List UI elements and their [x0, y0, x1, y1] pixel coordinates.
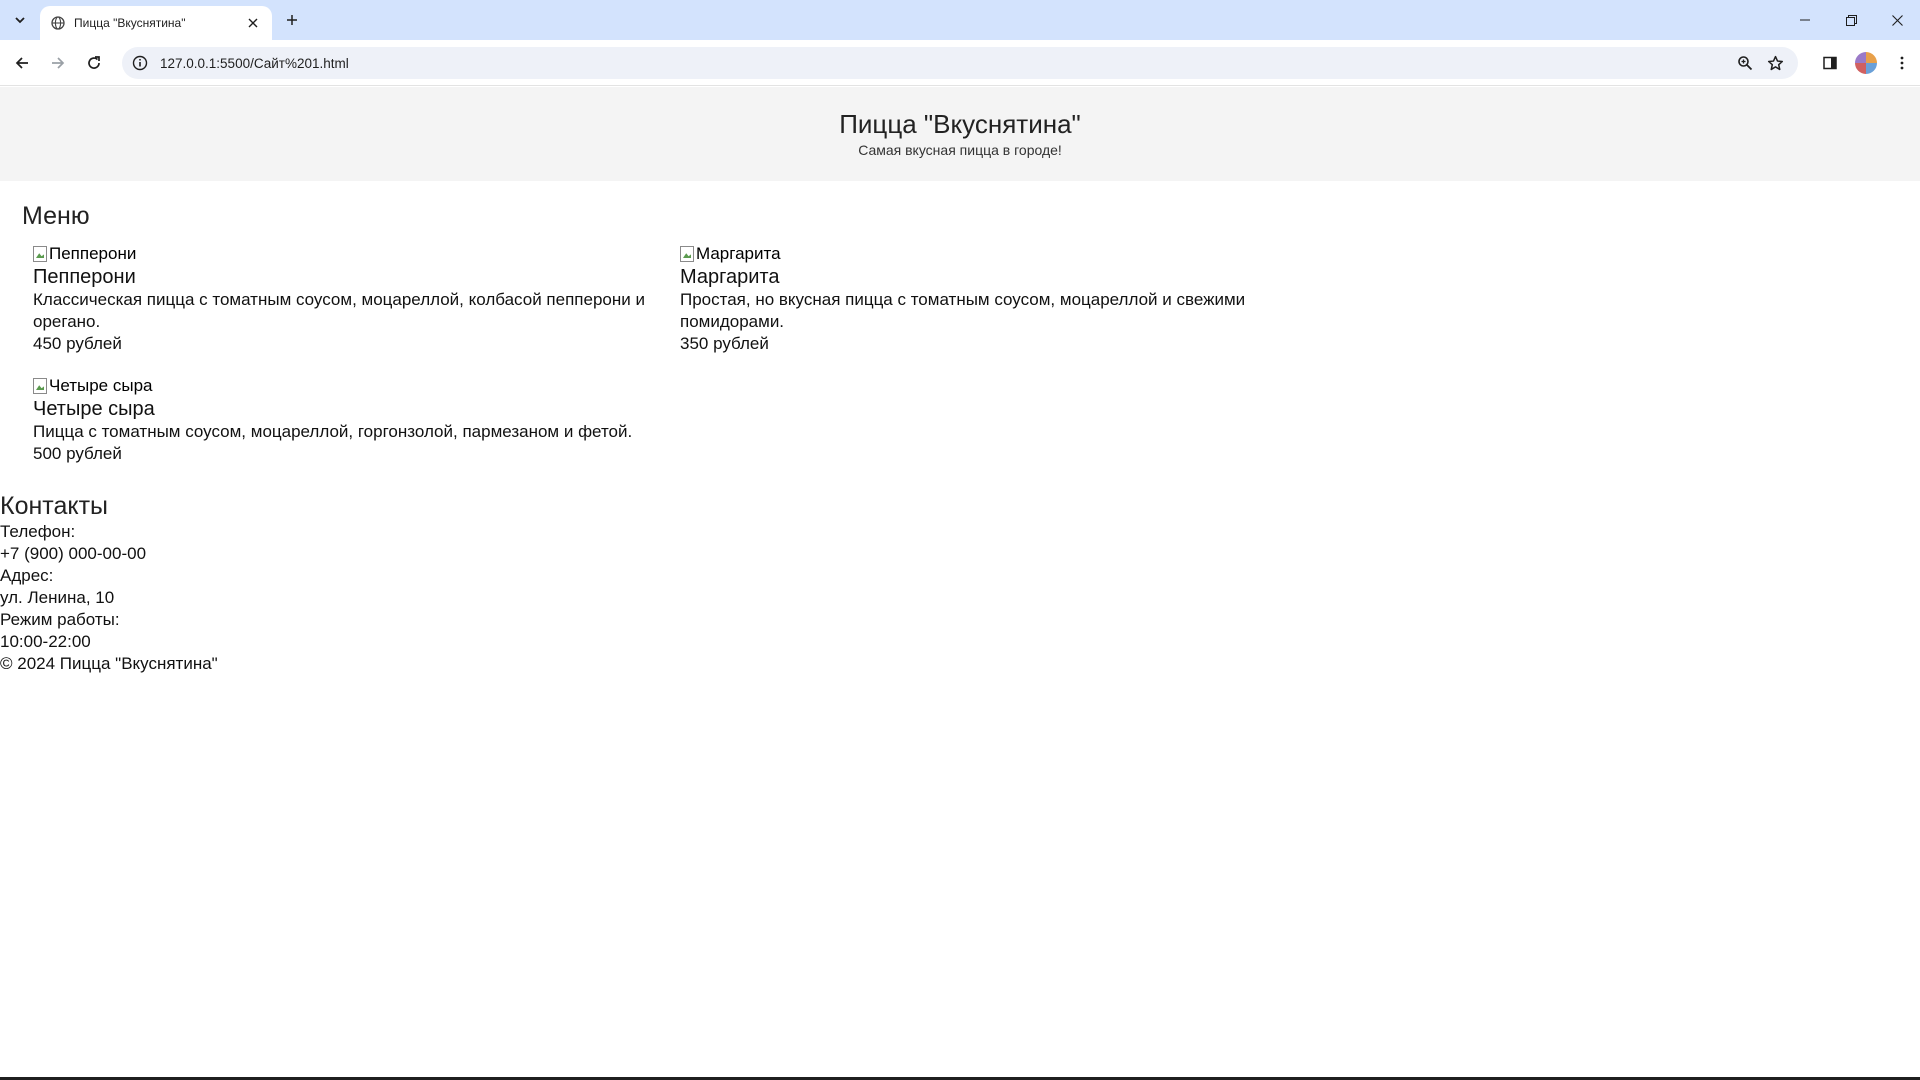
- pizza-description: Классическая пицца с томатным соусом, мо…: [33, 290, 645, 331]
- pizza-image: Маргарита: [680, 243, 1300, 265]
- minimize-icon: [1800, 19, 1810, 21]
- page-viewport: Пицца "Вкуснятина" Самая вкусная пицца в…: [0, 87, 1920, 1077]
- pizza-image: Пепперони: [33, 243, 653, 265]
- hours-value: 10:00-22:00: [0, 632, 91, 651]
- pizza-price: 350 рублей: [680, 334, 769, 353]
- copyright: © 2024 Пицца "Вкуснятина": [0, 654, 218, 673]
- address-value: ул. Ленина, 10: [0, 588, 115, 607]
- pizza-image-alt: Пепперони: [49, 244, 137, 263]
- pizza-card-margherita: Маргарита Маргарита Простая, но вкусная …: [680, 243, 1300, 355]
- restore-button[interactable]: [1828, 0, 1874, 40]
- close-icon: [1891, 14, 1903, 26]
- browser-toolbar: 127.0.0.1:5500/Сайт%201.html: [0, 40, 1920, 86]
- pizza-price: 450 рублей: [33, 334, 122, 353]
- pizza-price: 500 рублей: [33, 444, 122, 463]
- pizza-card-pepperoni: Пепперони Пепперони Классическая пицца с…: [33, 243, 653, 355]
- site-tagline: Самая вкусная пицца в городе!: [858, 142, 1062, 158]
- pizza-image-alt: Маргарита: [696, 244, 781, 263]
- forward-arrow-icon: [52, 57, 65, 69]
- pizza-card-four-cheese: Четыре сыра Четыре сыра Пицца с томатным…: [33, 375, 653, 465]
- pizza-description: Пицца с томатным соусом, моцареллой, гор…: [33, 422, 633, 441]
- menu-grid: Пепперони Пепперони Классическая пицца с…: [22, 243, 1920, 465]
- toolbar-actions: [1812, 47, 1920, 79]
- tab-search-button[interactable]: [8, 8, 32, 32]
- url-text[interactable]: 127.0.0.1:5500/Сайт%201.html: [156, 56, 1730, 71]
- close-icon[interactable]: [244, 14, 262, 32]
- chevron-down-icon: [15, 17, 25, 24]
- kebab-menu-icon[interactable]: [1884, 47, 1920, 79]
- window-controls: [1782, 0, 1920, 40]
- new-tab-button[interactable]: [280, 8, 304, 32]
- site-header: Пицца "Вкуснятина" Самая вкусная пицца в…: [0, 87, 1920, 181]
- info-icon[interactable]: [124, 47, 156, 79]
- minimize-button[interactable]: [1782, 0, 1828, 40]
- menu-section: Меню Пепперони Пепперони Классическая пи…: [0, 181, 1920, 465]
- phone-value: +7 (900) 000-00-00: [0, 544, 147, 563]
- contacts-section: Контакты Телефон: +7 (900) 000-00-00 Адр…: [0, 465, 1920, 675]
- side-panel-icon[interactable]: [1812, 47, 1848, 79]
- address-label: Адрес:: [0, 566, 54, 585]
- browser-tab[interactable]: Пицца "Вкуснятина": [40, 6, 272, 40]
- broken-image-icon: [680, 246, 694, 262]
- pizza-image-alt: Четыре сыра: [49, 376, 153, 395]
- restore-icon: [1845, 14, 1857, 26]
- avatar: [1855, 52, 1877, 74]
- close-window-button[interactable]: [1874, 0, 1920, 40]
- back-arrow-icon: [15, 57, 28, 69]
- menu-heading: Меню: [22, 202, 90, 230]
- broken-image-icon: [33, 246, 47, 262]
- star-icon[interactable]: [1760, 48, 1790, 78]
- tab-strip: Пицца "Вкуснятина": [0, 0, 1920, 40]
- pizza-name: Пепперони: [33, 266, 136, 288]
- plus-icon: [287, 15, 297, 25]
- globe-icon: [50, 15, 66, 31]
- zoom-icon[interactable]: [1730, 48, 1760, 78]
- reload-icon: [88, 56, 100, 69]
- hours-label: Режим работы:: [0, 610, 120, 629]
- contacts-heading: Контакты: [0, 492, 108, 520]
- page-title: Пицца "Вкуснятина": [839, 109, 1081, 139]
- phone-label: Телефон:: [0, 522, 76, 541]
- broken-image-icon: [33, 378, 47, 394]
- pizza-name: Маргарита: [680, 266, 780, 288]
- tab-title: Пицца "Вкуснятина": [74, 16, 186, 30]
- pizza-image: Четыре сыра: [33, 375, 653, 397]
- back-button[interactable]: [8, 49, 36, 77]
- pizza-description: Простая, но вкусная пицца с томатным соу…: [680, 290, 1246, 331]
- reload-button[interactable]: [80, 49, 108, 77]
- pizza-name: Четыре сыра: [33, 398, 155, 420]
- address-bar[interactable]: 127.0.0.1:5500/Сайт%201.html: [122, 47, 1798, 79]
- forward-button[interactable]: [44, 49, 72, 77]
- profile-button[interactable]: [1848, 47, 1884, 79]
